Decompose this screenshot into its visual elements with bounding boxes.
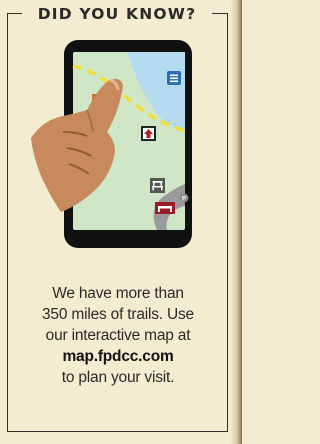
trails-info-caption: We have more than 350 miles of trails. U… [14,283,222,388]
caption-line-3: our interactive map at [45,327,191,344]
parking-icon: P [179,193,189,203]
home-marker-icon [141,126,156,141]
svg-text:P: P [182,196,186,202]
menu-icon [167,71,181,85]
map-url-link[interactable]: map.fpdcc.com [14,346,222,367]
caption-line-2: 350 miles of trails. Use [42,306,194,323]
did-you-know-heading: DID YOU KNOW? [37,5,197,23]
phone-map-illustration: P [31,40,192,248]
bench-icon [155,202,175,214]
picnic-table-icon [150,178,165,193]
caption-line-1: We have more than [52,285,184,302]
caption-line-5: to plan your visit. [61,369,175,386]
page-edge-shadow [230,0,242,444]
